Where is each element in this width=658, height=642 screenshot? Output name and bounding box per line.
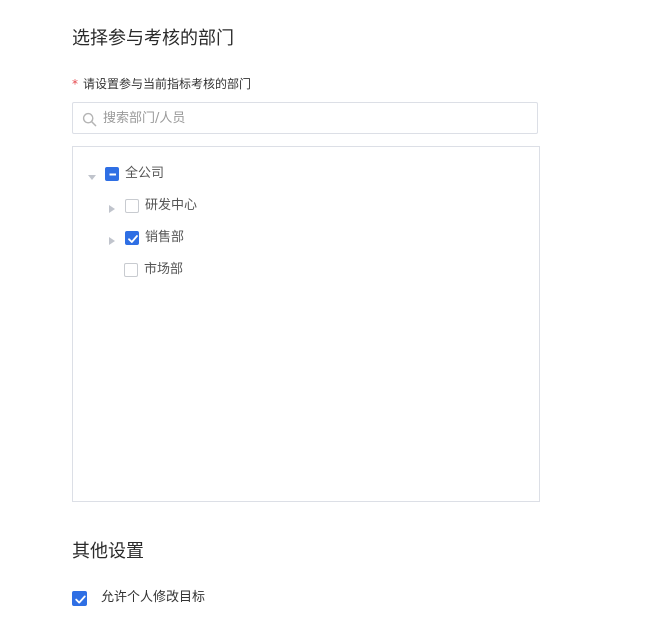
allow-personal-edit-label: 允许个人修改目标	[101, 590, 206, 605]
tree-node-label: 市场部	[144, 262, 184, 277]
required-mark: *	[72, 77, 78, 91]
tree-node-sales[interactable]: 销售部	[106, 228, 184, 248]
department-field-label: * 请设置参与当前指标考核的部门	[72, 76, 251, 92]
tree-checkbox-root[interactable]	[105, 167, 119, 181]
department-field-label-text: 请设置参与当前指标考核的部门	[83, 77, 252, 91]
tree-node-label: 全公司	[125, 166, 165, 181]
caret-down-icon[interactable]	[86, 168, 98, 180]
allow-personal-edit-checkbox[interactable]	[72, 590, 87, 606]
tree-node-label: 销售部	[145, 230, 185, 245]
section-title-other-settings: 其他设置	[72, 541, 144, 562]
allow-personal-edit-option[interactable]: 允许个人修改目标	[72, 589, 205, 607]
search-box[interactable]	[72, 102, 538, 134]
tree-checkbox-sales[interactable]	[125, 231, 139, 245]
department-tree: 全公司 研发中心 销售部 市场部	[72, 146, 540, 502]
tree-node-marketing[interactable]: 市场部	[124, 260, 183, 280]
tree-checkbox-marketing[interactable]	[124, 263, 138, 277]
search-icon	[82, 112, 97, 127]
tree-node-rd[interactable]: 研发中心	[106, 196, 197, 216]
section-title-participants: 选择参与考核的部门	[72, 28, 234, 49]
caret-right-icon[interactable]	[106, 200, 118, 213]
search-input[interactable]	[103, 103, 523, 133]
tree-node-label: 研发中心	[145, 198, 198, 213]
tree-node-root[interactable]: 全公司	[86, 164, 164, 184]
tree-checkbox-rd[interactable]	[125, 199, 139, 213]
caret-right-icon[interactable]	[106, 232, 118, 245]
